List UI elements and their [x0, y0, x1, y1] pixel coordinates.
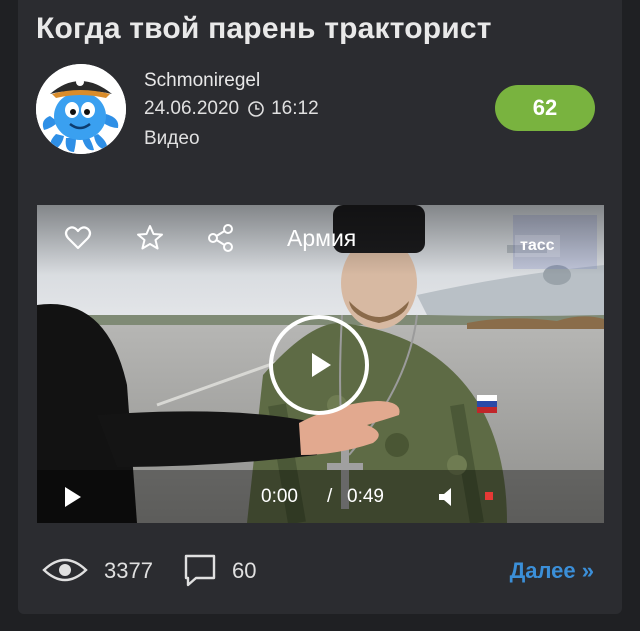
avatar[interactable]	[36, 64, 126, 154]
post-category[interactable]: Видео	[144, 128, 200, 150]
video-tag-label[interactable]: Армия	[287, 225, 356, 252]
share-icon[interactable]	[206, 223, 236, 253]
big-play-button[interactable]	[269, 315, 369, 415]
volume-icon[interactable]	[437, 486, 461, 508]
play-icon	[65, 487, 81, 507]
post-title[interactable]: Когда твой парень тракторист	[36, 12, 492, 46]
post-time: 16:12	[271, 98, 319, 119]
views-count: 3377	[104, 558, 153, 583]
tass-watermark: тасс	[513, 215, 597, 269]
play-icon	[312, 353, 331, 377]
play-control-button[interactable]	[63, 486, 83, 508]
rating-badge: 62	[495, 85, 595, 131]
comment-icon[interactable]	[182, 552, 218, 588]
author-name[interactable]: Schmoniregel	[144, 70, 260, 92]
comments-count[interactable]: 60	[232, 558, 256, 584]
video-controls: 0:00 / 0:49	[37, 470, 604, 523]
post-datetime: 24.06.2020 16:12	[144, 98, 319, 120]
post-date: 24.06.2020	[144, 98, 240, 119]
star-icon[interactable]	[135, 223, 165, 253]
volume-level-indicator[interactable]	[485, 492, 493, 500]
current-time: 0:00	[261, 486, 298, 507]
read-more-link[interactable]: Далее »	[510, 558, 594, 584]
time-separator: /	[327, 486, 333, 507]
post-footer: 3377 60 Далее »	[36, 550, 596, 590]
watermark-text: тасс	[515, 235, 560, 257]
video-player[interactable]: Армия тасс 0:00 / 0:49	[37, 205, 604, 523]
eye-icon	[42, 556, 88, 584]
heart-icon[interactable]	[63, 223, 93, 253]
octopus-pirate-avatar-image	[36, 64, 126, 154]
progress-bar[interactable]	[115, 495, 255, 499]
video-duration: 0:49	[347, 486, 384, 507]
clock-icon	[247, 100, 265, 118]
